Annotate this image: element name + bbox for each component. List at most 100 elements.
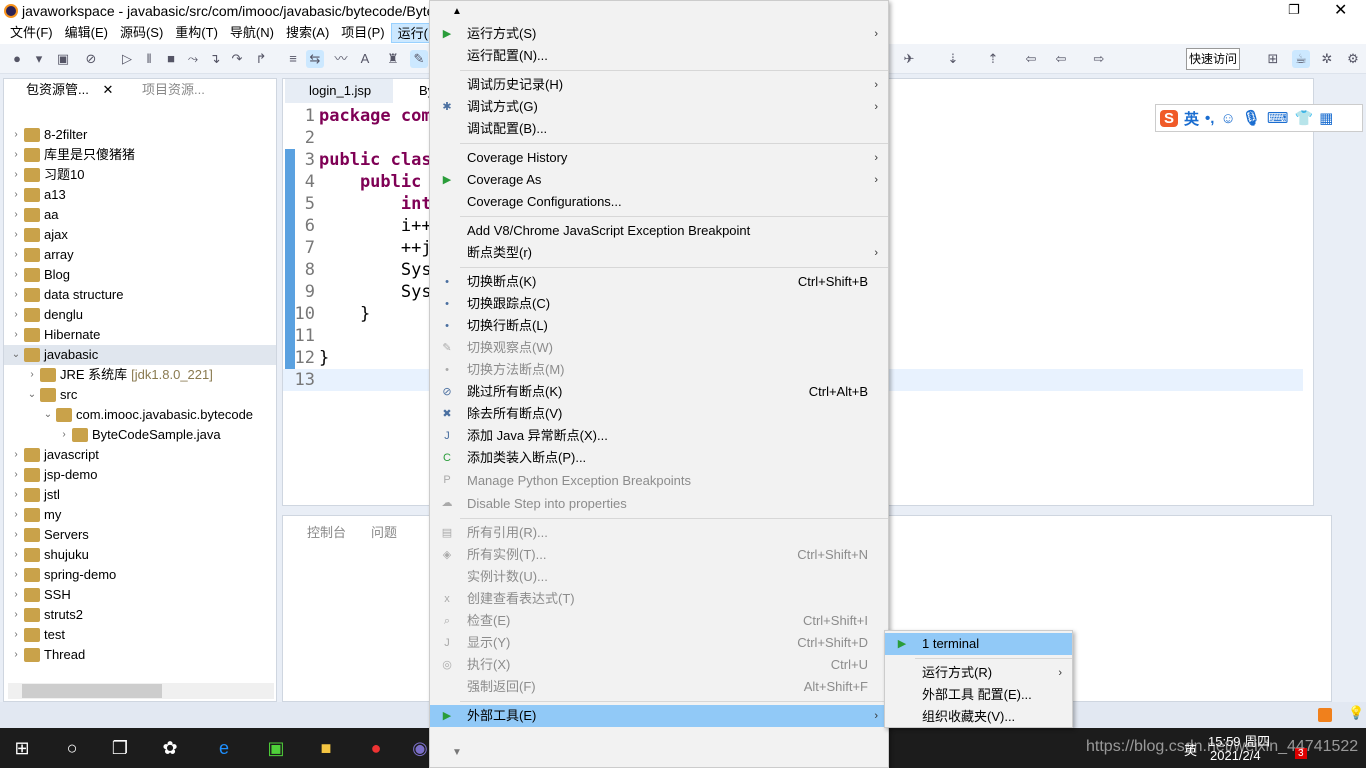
tab-project-explorer[interactable]: 项目资源... [124, 79, 205, 101]
menu-item[interactable]: 断点类型(r) › [430, 242, 888, 264]
chevron-right-icon[interactable]: › [10, 585, 22, 605]
tree-item[interactable]: ⌄ src [4, 385, 276, 405]
menu-item[interactable]: ⌕ 检查(E) Ctrl+Shift+I [430, 610, 888, 632]
toolbar-button-icon[interactable]: ⊘ [82, 50, 100, 68]
menu-item[interactable]: ⊘ 跳过所有断点(K) Ctrl+Alt+B [430, 381, 888, 403]
tree-item[interactable]: › my [4, 505, 276, 525]
menu-item[interactable]: J 显示(Y) Ctrl+Shift+D [430, 632, 888, 654]
tree-item[interactable]: › 库里是只傻猪猪 [4, 145, 276, 165]
menu-4[interactable]: 导航(N) [224, 23, 280, 43]
chevron-right-icon[interactable]: › [10, 305, 22, 325]
chevron-right-icon[interactable]: › [10, 525, 22, 545]
tree-item[interactable]: › shujuku [4, 545, 276, 565]
toolbar-button-icon[interactable]: ▷ [118, 50, 136, 68]
tree-item[interactable]: › struts2 [4, 605, 276, 625]
menu-item[interactable]: ✱ 调试方式(G) › [430, 96, 888, 118]
horizontal-scrollbar[interactable] [8, 683, 274, 699]
toolbar-button-icon[interactable]: ⇡ [984, 50, 1002, 68]
toolbar-button-icon[interactable]: ■ [162, 50, 180, 68]
scroll-up-arrow[interactable]: ▲ [430, 1, 888, 23]
menu-item[interactable]: Coverage History › [430, 147, 888, 169]
menu-item[interactable]: 调试配置(B)... [430, 118, 888, 140]
tree-item[interactable]: › jstl [4, 485, 276, 505]
punctuation-icon[interactable]: •, [1205, 110, 1214, 127]
tab-console[interactable]: 控制台 [307, 522, 346, 541]
chevron-right-icon[interactable]: › [10, 645, 22, 665]
chevron-right-icon[interactable]: › [10, 145, 22, 165]
tree-item[interactable]: › spring-demo [4, 565, 276, 585]
chevron-right-icon[interactable]: › [10, 445, 22, 465]
chevron-right-icon[interactable]: › [10, 505, 22, 525]
menu-item[interactable]: ▶ 外部工具(E) › [430, 705, 888, 727]
keyboard-icon[interactable]: ⌨ [1267, 109, 1289, 127]
tree-item[interactable]: › denglu [4, 305, 276, 325]
chevron-right-icon[interactable]: › [10, 165, 22, 185]
toolbar-button-icon[interactable]: ⇆ [306, 50, 324, 68]
chevron-right-icon[interactable]: › [10, 205, 22, 225]
start-icon[interactable]: ⊞ [10, 736, 34, 760]
toolbar-button-icon[interactable]: ✲ [1318, 50, 1336, 68]
menu-item[interactable]: 运行方式(R) › [885, 662, 1072, 684]
toolbar-button-icon[interactable]: ⤳ [184, 50, 202, 68]
tree-item[interactable]: › array [4, 245, 276, 265]
menu-item[interactable]: 运行配置(N)... [430, 45, 888, 67]
chevron-right-icon[interactable]: › [10, 285, 22, 305]
chevron-right-icon[interactable]: › [10, 225, 22, 245]
menu-item[interactable]: C 添加类装入断点(P)... [430, 447, 888, 469]
skin-icon[interactable]: 👕 [1294, 109, 1313, 127]
scroll-down-arrow[interactable]: ▼ [452, 747, 462, 758]
chevron-right-icon[interactable]: › [10, 545, 22, 565]
menu-item[interactable]: 组织收藏夹(V)... [885, 706, 1072, 728]
menu-item[interactable]: ▶ Coverage As › [430, 169, 888, 191]
tree-item[interactable]: › test [4, 625, 276, 645]
app-icon[interactable]: ✿ [158, 736, 182, 760]
lightbulb-icon[interactable]: 💡 [1348, 705, 1364, 721]
tree-item[interactable]: › 习题10 [4, 165, 276, 185]
chevron-right-icon[interactable]: › [10, 125, 22, 145]
menu-item[interactable]: ◈ 所有实例(T)... Ctrl+Shift+N [430, 544, 888, 566]
toolbar-button-icon[interactable]: ⇦ [1052, 50, 1070, 68]
tab-package-explorer[interactable]: 包资源管... ✕ [10, 79, 120, 101]
chevron-right-icon[interactable]: › [10, 625, 22, 645]
chevron-right-icon[interactable]: › [10, 485, 22, 505]
toolbar-button-icon[interactable]: ⇦ [1022, 50, 1040, 68]
ime-mode[interactable]: 英 [1184, 108, 1199, 129]
menu-item[interactable]: 外部工具 配置(E)... [885, 684, 1072, 706]
chevron-right-icon[interactable]: › [10, 605, 22, 625]
toolbar-button-icon[interactable]: ↴ [206, 50, 224, 68]
menu-item[interactable]: 强制返回(F) Alt+Shift+F [430, 676, 888, 698]
toolbar-button-icon[interactable]: ♜ [384, 50, 402, 68]
tree-item[interactable]: › Servers [4, 525, 276, 545]
chevron-right-icon[interactable]: › [10, 185, 22, 205]
menu-item[interactable]: ▶ 1 terminal [885, 633, 1072, 655]
menu-item[interactable]: ▶ 运行方式(S) › [430, 23, 888, 45]
grid-icon[interactable]: ▦ [1319, 109, 1333, 127]
chevron-right-icon[interactable]: › [10, 245, 22, 265]
tree-item[interactable]: › javascript [4, 445, 276, 465]
toolbar-button-icon[interactable]: ▣ [54, 50, 72, 68]
tree-item[interactable]: › JRE 系统库 [jdk1.8.0_221] [4, 365, 276, 385]
menu-1[interactable]: 编辑(E) [59, 23, 114, 43]
toolbar-button-icon[interactable]: ✈ [900, 50, 918, 68]
close-button[interactable]: ✕ [1334, 0, 1347, 20]
toolbar-button-icon[interactable]: ⚙ [1344, 50, 1362, 68]
menu-item[interactable]: ✖ 除去所有断点(V) [430, 403, 888, 425]
tree-item[interactable]: › data structure [4, 285, 276, 305]
menu-item[interactable]: 调试历史记录(H) › [430, 74, 888, 96]
toolbar-button-icon[interactable]: A [356, 50, 374, 68]
toolbar-button-icon[interactable]: ↷ [228, 50, 246, 68]
toolbar-button-icon[interactable]: ⇣ [944, 50, 962, 68]
chevron-right-icon[interactable]: › [58, 425, 70, 445]
menu-item[interactable]: J 添加 Java 异常断点(X)... [430, 425, 888, 447]
file-explorer-icon[interactable]: ■ [314, 736, 338, 760]
tab-problems[interactable]: 问题 [371, 522, 397, 541]
toolbar-button-icon[interactable]: ☕ [1292, 50, 1310, 68]
menu-0[interactable]: 文件(F) [4, 23, 59, 43]
tab-login-jsp[interactable]: login_1.jsp [285, 79, 393, 103]
menu-item[interactable]: Coverage Configurations... [430, 191, 888, 213]
chevron-down-icon[interactable]: ⌄ [26, 385, 38, 405]
chevron-right-icon[interactable]: › [10, 465, 22, 485]
menu-2[interactable]: 源码(S) [114, 23, 169, 43]
emoji-icon[interactable]: ☺ [1220, 110, 1235, 127]
chevron-right-icon[interactable]: › [10, 265, 22, 285]
